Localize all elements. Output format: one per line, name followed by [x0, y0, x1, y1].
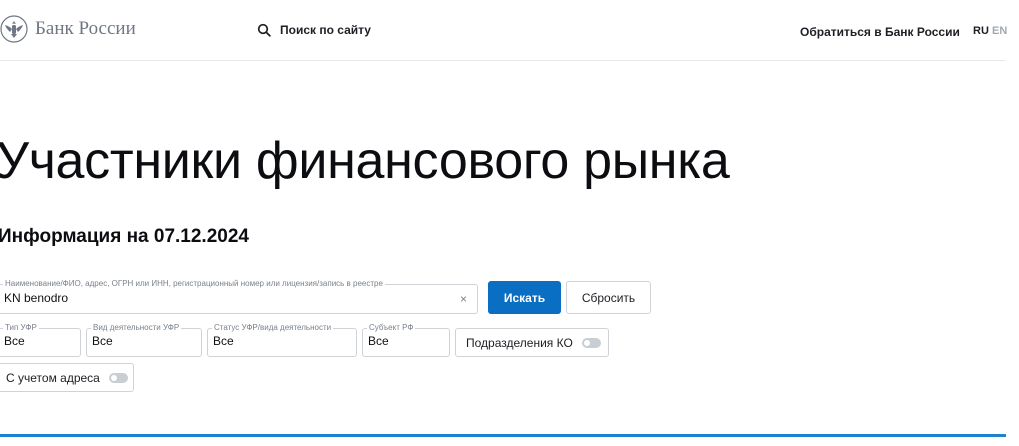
site-header: Банк России Поиск по сайту Обратиться в …: [0, 0, 1007, 61]
divisions-toggle-label: Подразделения КО: [466, 335, 573, 350]
site-search-button[interactable]: Поиск по сайту: [257, 23, 371, 37]
search-query-input[interactable]: KN benodro: [4, 291, 68, 305]
contact-bank-link[interactable]: Обратиться в Банк России: [800, 25, 960, 39]
search-query-label: Наименование/ФИО, адрес, ОГРН или ИНН, р…: [3, 279, 385, 289]
filter-status-select[interactable]: Статус УФР/вида деятельности Все: [207, 323, 357, 357]
results-divider: [0, 434, 1006, 437]
filter-type-value: Все: [4, 334, 25, 348]
lang-ru-option[interactable]: RU: [973, 25, 989, 37]
lang-en-option[interactable]: EN: [992, 25, 1007, 37]
filter-type-select[interactable]: Тип УФР Все: [0, 323, 81, 357]
logo-text: Банк России: [35, 18, 136, 39]
clear-icon[interactable]: ×: [460, 293, 467, 305]
divisions-toggle-box[interactable]: Подразделения КО: [455, 328, 609, 357]
double-headed-eagle-icon: [0, 15, 28, 43]
reset-button[interactable]: Сбросить: [566, 281, 651, 314]
filter-subject-label: Субъект РФ: [367, 323, 416, 333]
filter-activity-select[interactable]: Вид деятельности УФР Все: [86, 323, 202, 357]
filter-type-label: Тип УФР: [3, 323, 39, 333]
filter-activity-label: Вид деятельности УФР: [91, 323, 182, 333]
search-button[interactable]: Искать: [488, 281, 561, 314]
filter-status-value: Все: [213, 334, 234, 348]
info-date-heading: Информация на 07.12.2024: [0, 226, 249, 247]
site-search-label: Поиск по сайту: [280, 23, 371, 37]
filter-subject-value: Все: [368, 334, 389, 348]
search-query-field[interactable]: Наименование/ФИО, адрес, ОГРН или ИНН, р…: [0, 279, 478, 314]
bank-logo[interactable]: Банк России: [0, 15, 136, 43]
address-toggle-box[interactable]: С учетом адреса: [0, 363, 134, 392]
search-icon: [257, 23, 271, 37]
page-title: Участники финансового рынка: [0, 132, 730, 190]
address-toggle-switch[interactable]: [108, 372, 128, 383]
divisions-toggle-switch[interactable]: [581, 337, 601, 348]
filter-status-label: Статус УФР/вида деятельности: [212, 323, 334, 333]
address-toggle-label: С учетом адреса: [6, 370, 100, 385]
filter-activity-value: Все: [92, 334, 113, 348]
filter-subject-select[interactable]: Субъект РФ Все: [362, 323, 450, 357]
